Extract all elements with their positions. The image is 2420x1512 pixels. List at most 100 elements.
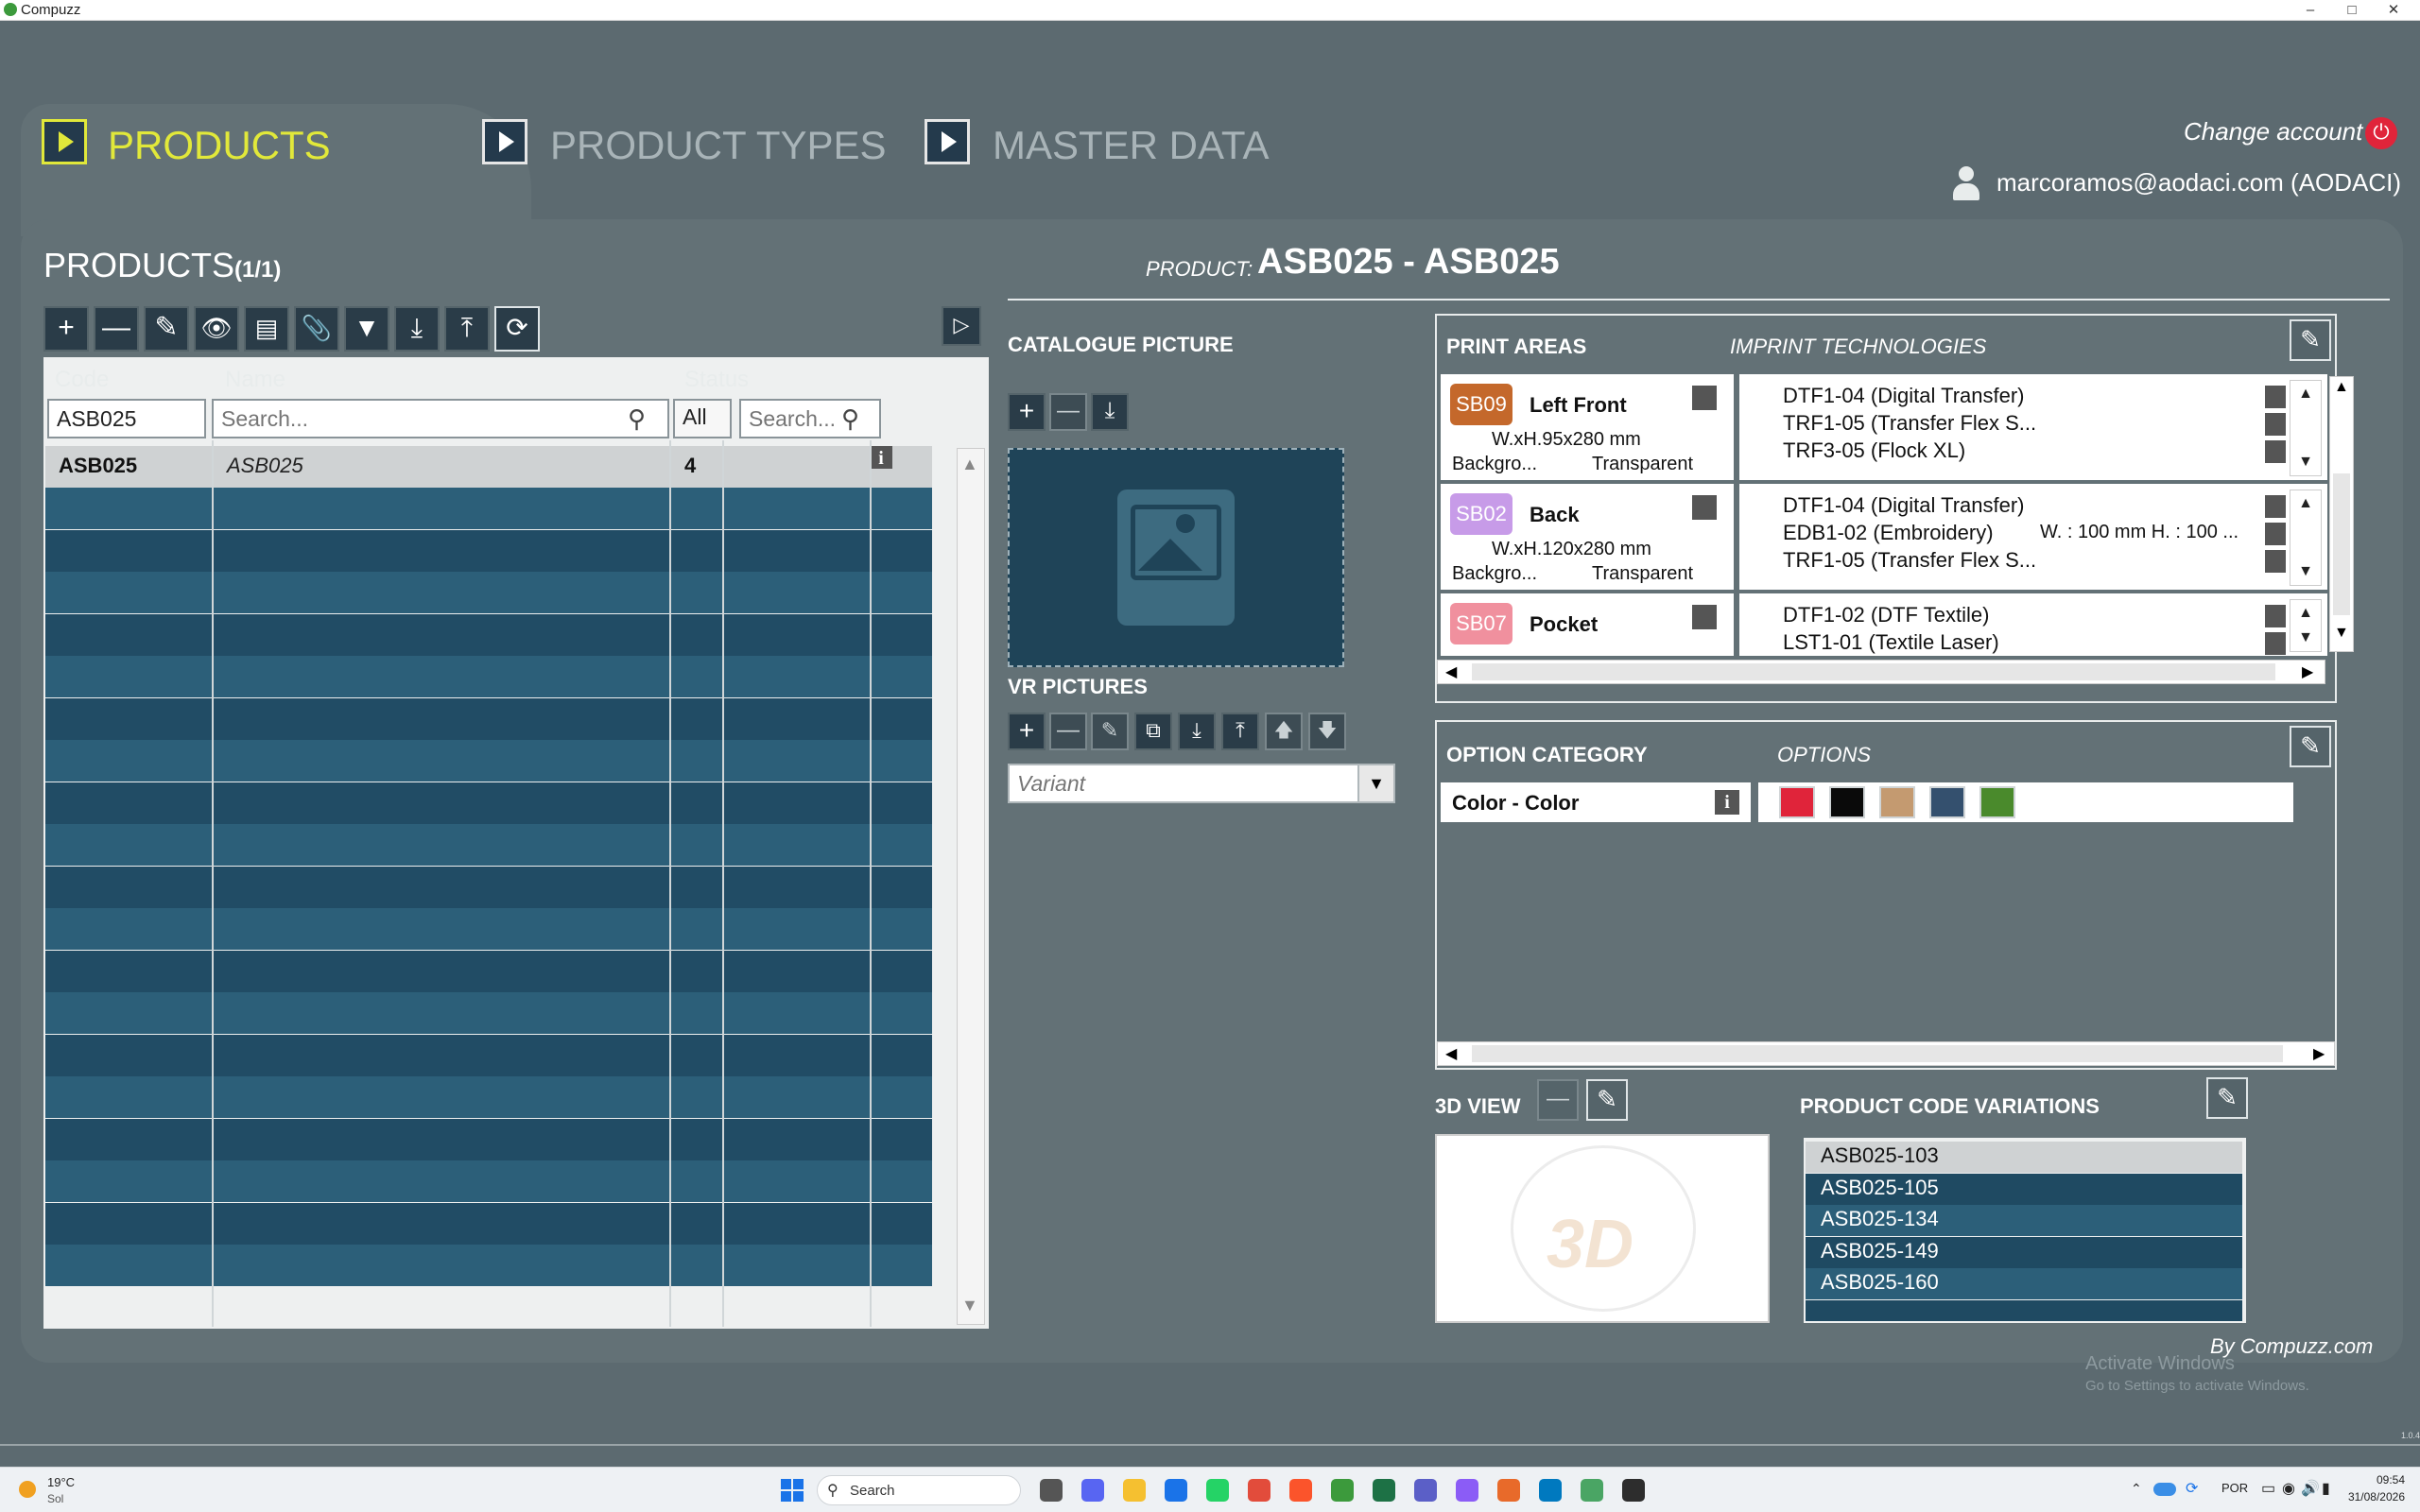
imprint-tech-item[interactable]: DTF1-04 (Digital Transfer) xyxy=(1783,493,2025,518)
compuzz-icon[interactable] xyxy=(1331,1479,1354,1502)
chrome-icon[interactable] xyxy=(1248,1479,1270,1502)
catalogue-add-button[interactable]: + xyxy=(1008,393,1046,431)
pcv-edit-button[interactable]: ✎ xyxy=(2206,1077,2248,1119)
notepad-icon[interactable] xyxy=(1581,1479,1603,1502)
pcv-item[interactable]: ASB025-134 xyxy=(1806,1205,2242,1236)
edit-button[interactable]: ✎ xyxy=(144,306,189,352)
collapse-button[interactable]: ▷ xyxy=(942,306,981,346)
scroll-left-icon[interactable]: ◀ xyxy=(1445,662,1457,681)
scroll-down-icon[interactable]: ▼ xyxy=(2294,627,2317,649)
files-icon[interactable] xyxy=(1040,1479,1063,1502)
by-compuzz[interactable]: By Compuzz.com xyxy=(2210,1334,2373,1359)
table-row-empty[interactable] xyxy=(45,1245,932,1286)
print-areas-vscrollbar[interactable]: ▲ ▼ xyxy=(2329,376,2354,652)
grid-scrollbar[interactable]: ▲ ▼ xyxy=(957,448,985,1325)
scroll-thumb[interactable] xyxy=(1472,663,2275,680)
info-icon[interactable] xyxy=(2265,605,2286,627)
weather-temp[interactable]: 19°C xyxy=(47,1475,75,1489)
pcv-item[interactable]: ASB025-103 xyxy=(1806,1142,2242,1173)
wifi-icon[interactable]: ◉ xyxy=(2282,1479,2295,1498)
info-icon[interactable] xyxy=(2265,440,2286,463)
sync-icon[interactable]: ⟳ xyxy=(2186,1479,2198,1498)
sun-icon[interactable] xyxy=(19,1481,36,1498)
imprint-tech-item[interactable]: DTF1-04 (Digital Transfer) xyxy=(1783,384,2025,408)
search-icon[interactable]: ⚲ xyxy=(841,404,859,434)
view-button[interactable]: 👁 xyxy=(194,306,239,352)
upload-button[interactable]: ⤒ xyxy=(444,306,490,352)
scroll-up-icon[interactable]: ▲ xyxy=(961,455,978,474)
info-icon[interactable] xyxy=(2265,386,2286,408)
print-areas-edit-button[interactable]: ✎ xyxy=(2290,319,2331,361)
trello-icon[interactable] xyxy=(1539,1479,1562,1502)
vr-remove-button[interactable]: — xyxy=(1049,713,1087,750)
variant-select[interactable] xyxy=(1008,764,1361,803)
info-icon[interactable]: i xyxy=(1715,790,1739,815)
taskbar-search[interactable]: ⚲ Search xyxy=(817,1475,1021,1505)
table-row-empty[interactable] xyxy=(45,992,932,1034)
change-account-link[interactable]: Change account xyxy=(2184,117,2362,146)
view3d-edit-button[interactable]: ✎ xyxy=(1586,1079,1628,1121)
brave-icon[interactable] xyxy=(1289,1479,1312,1502)
sparkle-icon[interactable] xyxy=(1497,1479,1520,1502)
scroll-down-icon[interactable]: ▼ xyxy=(2334,625,2349,642)
cloud-icon[interactable] xyxy=(2153,1483,2176,1496)
info-icon[interactable] xyxy=(2265,523,2286,545)
info-icon[interactable] xyxy=(1692,386,1717,410)
scroll-down-icon[interactable]: ▼ xyxy=(2294,560,2317,583)
excel-icon[interactable] xyxy=(1373,1479,1395,1502)
power-icon[interactable]: ⏻ xyxy=(2365,117,2397,149)
chevron-up-icon[interactable]: ⌃ xyxy=(2131,1481,2142,1497)
table-row-empty[interactable] xyxy=(45,1034,932,1076)
table-row-empty[interactable] xyxy=(45,824,932,866)
vr-move-up-button[interactable]: 🡅 xyxy=(1265,713,1303,750)
column-status[interactable]: Status xyxy=(684,367,749,393)
pcv-item[interactable]: ASB025-160 xyxy=(1806,1268,2242,1299)
table-row-empty[interactable] xyxy=(45,866,932,908)
table-row-empty[interactable] xyxy=(45,1076,932,1118)
table-row[interactable]: ASB025 ASB025 4 i xyxy=(45,446,932,488)
name-search-input[interactable] xyxy=(212,399,669,438)
imprint-tech-item[interactable]: EDB1-02 (Embroidery) xyxy=(1783,521,1994,545)
info-icon[interactable]: i xyxy=(870,446,892,469)
view3d-preview[interactable]: 3D xyxy=(1435,1134,1770,1323)
table-row-empty[interactable] xyxy=(45,1118,932,1160)
chat-icon[interactable] xyxy=(1081,1479,1104,1502)
catalogue-download-button[interactable]: ⤓ xyxy=(1091,393,1129,431)
status-filter-select[interactable]: All xyxy=(673,399,732,438)
print-area-card[interactable]: SB02 Back W.xH.120x280 mm Backgro... Transpa… xyxy=(1441,484,1734,590)
download-button[interactable]: ⤓ xyxy=(394,306,440,352)
refresh-button[interactable]: ⟳ xyxy=(494,306,540,352)
scroll-up-icon[interactable]: ▲ xyxy=(2294,383,2317,405)
print-area-card[interactable]: SB09 Left Front W.xH.95x280 mm Backgro... Tr… xyxy=(1441,374,1734,480)
filter-button[interactable]: ▼ xyxy=(344,306,389,352)
catalogue-picture[interactable] xyxy=(1008,448,1344,667)
lang-indicator[interactable]: POR xyxy=(2221,1481,2248,1495)
whatsapp-icon[interactable] xyxy=(1206,1479,1229,1502)
scroll-up-icon[interactable]: ▲ xyxy=(2334,379,2349,396)
info-icon[interactable] xyxy=(1692,605,1717,629)
folder-icon[interactable] xyxy=(1123,1479,1146,1502)
options-hscrollbar[interactable]: ◀ ▶ xyxy=(1437,1041,2335,1066)
table-row-empty[interactable] xyxy=(45,740,932,782)
table-row-empty[interactable] xyxy=(45,572,932,613)
clock-time[interactable]: 09:54 xyxy=(2363,1473,2405,1486)
tech-list-scrollbar[interactable]: ▲ ▼ xyxy=(2290,380,2322,476)
imprint-tech-item[interactable]: TRF1-05 (Transfer Flex S... xyxy=(1783,548,2036,573)
windows-start-icon[interactable] xyxy=(781,1479,804,1502)
catalogue-remove-button[interactable]: — xyxy=(1049,393,1087,431)
color-swatch[interactable] xyxy=(1929,786,1965,818)
table-row-empty[interactable] xyxy=(45,1202,932,1245)
imprint-tech-item[interactable]: TRF1-05 (Transfer Flex S... xyxy=(1783,411,2036,436)
obsidian-icon[interactable] xyxy=(1456,1479,1478,1502)
color-swatch[interactable] xyxy=(1979,786,2015,818)
table-row-empty[interactable] xyxy=(45,613,932,656)
info-icon[interactable] xyxy=(2265,495,2286,518)
scroll-right-icon[interactable]: ▶ xyxy=(2302,662,2313,681)
imprint-tech-item[interactable]: TRF3-05 (Flock XL) xyxy=(1783,438,1965,463)
pcv-item[interactable]: ASB025-105 xyxy=(1806,1173,2242,1205)
remove-button[interactable]: — xyxy=(94,306,139,352)
option-category-row[interactable]: Color - Color i xyxy=(1441,782,1751,822)
monitor-icon[interactable]: ▭ xyxy=(2261,1479,2275,1498)
vr-move-down-button[interactable]: 🡇 xyxy=(1308,713,1346,750)
info-icon[interactable] xyxy=(2265,413,2286,436)
